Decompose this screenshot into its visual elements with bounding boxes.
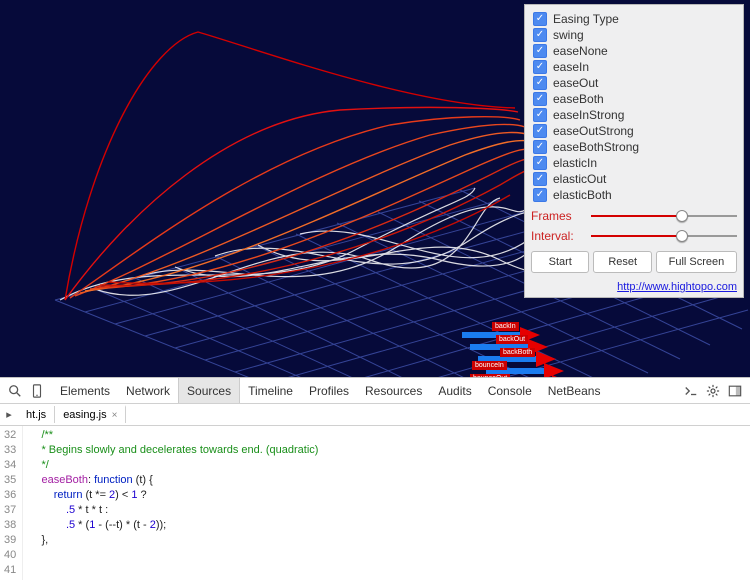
checkbox-icon[interactable]: ✓ — [533, 28, 547, 42]
interval-label: Interval: — [531, 229, 583, 243]
hightopo-link[interactable]: http://www.hightopo.com — [617, 281, 737, 293]
check-easenone[interactable]: ✓ easeNone — [531, 43, 737, 59]
gear-icon[interactable] — [706, 384, 720, 398]
check-label: swing — [553, 28, 584, 42]
check-label: easeOut — [553, 76, 598, 90]
dock-icon[interactable] — [728, 384, 742, 398]
checkbox-icon[interactable]: ✓ — [533, 12, 547, 26]
search-icon[interactable] — [8, 384, 22, 398]
check-label: easeBothStrong — [553, 140, 639, 154]
tab-resources[interactable]: Resources — [357, 378, 430, 403]
check-label: elasticBoth — [553, 188, 612, 202]
check-easing-type[interactable]: ✓ Easing Type — [531, 11, 737, 27]
reset-button[interactable]: Reset — [593, 251, 651, 273]
file-tab-arrow-icon[interactable]: ▸ — [0, 408, 18, 421]
visualization-canvas[interactable]: backIn backOut backBoth bounceIn bounceO… — [0, 0, 750, 377]
code-editor[interactable]: 32333435363738394041 /** * Begins slowly… — [0, 426, 750, 580]
checkbox-icon[interactable]: ✓ — [533, 156, 547, 170]
check-elasticout[interactable]: ✓ elasticOut — [531, 171, 737, 187]
file-tab-ht-js[interactable]: ht.js — [18, 406, 55, 423]
check-elasticin[interactable]: ✓ elasticIn — [531, 155, 737, 171]
check-easeout[interactable]: ✓ easeOut — [531, 75, 737, 91]
check-label: elasticOut — [553, 172, 606, 186]
tab-audits[interactable]: Audits — [430, 378, 479, 403]
check-easein[interactable]: ✓ easeIn — [531, 59, 737, 75]
checkbox-icon[interactable]: ✓ — [533, 140, 547, 154]
check-easeoutstrong[interactable]: ✓ easeOutStrong — [531, 123, 737, 139]
check-label: easeOutStrong — [553, 124, 634, 138]
check-easeboth[interactable]: ✓ easeBoth — [531, 91, 737, 107]
checkbox-icon[interactable]: ✓ — [533, 124, 547, 138]
curve-flag: bounceIn — [472, 361, 507, 370]
tab-console[interactable]: Console — [480, 378, 540, 403]
checkbox-icon[interactable]: ✓ — [533, 44, 547, 58]
check-easebothstrong[interactable]: ✓ easeBothStrong — [531, 139, 737, 155]
file-tab-easing-js[interactable]: easing.js× — [55, 405, 126, 423]
tab-profiles[interactable]: Profiles — [301, 378, 357, 403]
close-icon[interactable]: × — [112, 410, 118, 421]
devtools: ElementsNetworkSourcesTimelineProfilesRe… — [0, 377, 750, 580]
tab-timeline[interactable]: Timeline — [240, 378, 301, 403]
tab-network[interactable]: Network — [118, 378, 178, 403]
checkbox-icon[interactable]: ✓ — [533, 92, 547, 106]
frames-label: Frames — [531, 209, 583, 223]
control-panel: ✓ Easing Type ✓ swing ✓ easeNone ✓ easeIn ✓ e… — [524, 4, 744, 298]
tab-netbeans[interactable]: NetBeans — [540, 378, 609, 403]
check-label: elasticIn — [553, 156, 597, 170]
check-swing[interactable]: ✓ swing — [531, 27, 737, 43]
fullscreen-button[interactable]: Full Screen — [656, 251, 737, 273]
check-label: easeBoth — [553, 92, 604, 106]
check-elasticboth[interactable]: ✓ elasticBoth — [531, 187, 737, 203]
file-tab-bar: ▸ ht.jseasing.js× — [0, 404, 750, 426]
curve-flag: backBoth — [500, 348, 535, 357]
curve-flag: backIn — [492, 322, 519, 331]
check-label: easeInStrong — [553, 108, 624, 122]
start-button[interactable]: Start — [531, 251, 589, 273]
device-icon[interactable] — [30, 384, 44, 398]
checkbox-icon[interactable]: ✓ — [533, 76, 547, 90]
checkbox-icon[interactable]: ✓ — [533, 172, 547, 186]
interval-slider[interactable] — [591, 229, 737, 243]
check-label: easeNone — [553, 44, 608, 58]
frames-slider[interactable] — [591, 209, 737, 223]
checkbox-icon[interactable]: ✓ — [533, 108, 547, 122]
tab-elements[interactable]: Elements — [52, 378, 118, 403]
check-label: easeIn — [553, 60, 589, 74]
checkbox-icon[interactable]: ✓ — [533, 188, 547, 202]
devtools-toolbar: ElementsNetworkSourcesTimelineProfilesRe… — [0, 378, 750, 404]
check-easeinstrong[interactable]: ✓ easeInStrong — [531, 107, 737, 123]
tab-sources[interactable]: Sources — [178, 378, 240, 403]
checkbox-icon[interactable]: ✓ — [533, 60, 547, 74]
curve-flag: bounceOut — [470, 374, 510, 377]
check-label: Easing Type — [553, 12, 619, 26]
curve-flag: backOut — [496, 335, 528, 344]
console-toggle-icon[interactable] — [684, 384, 698, 398]
